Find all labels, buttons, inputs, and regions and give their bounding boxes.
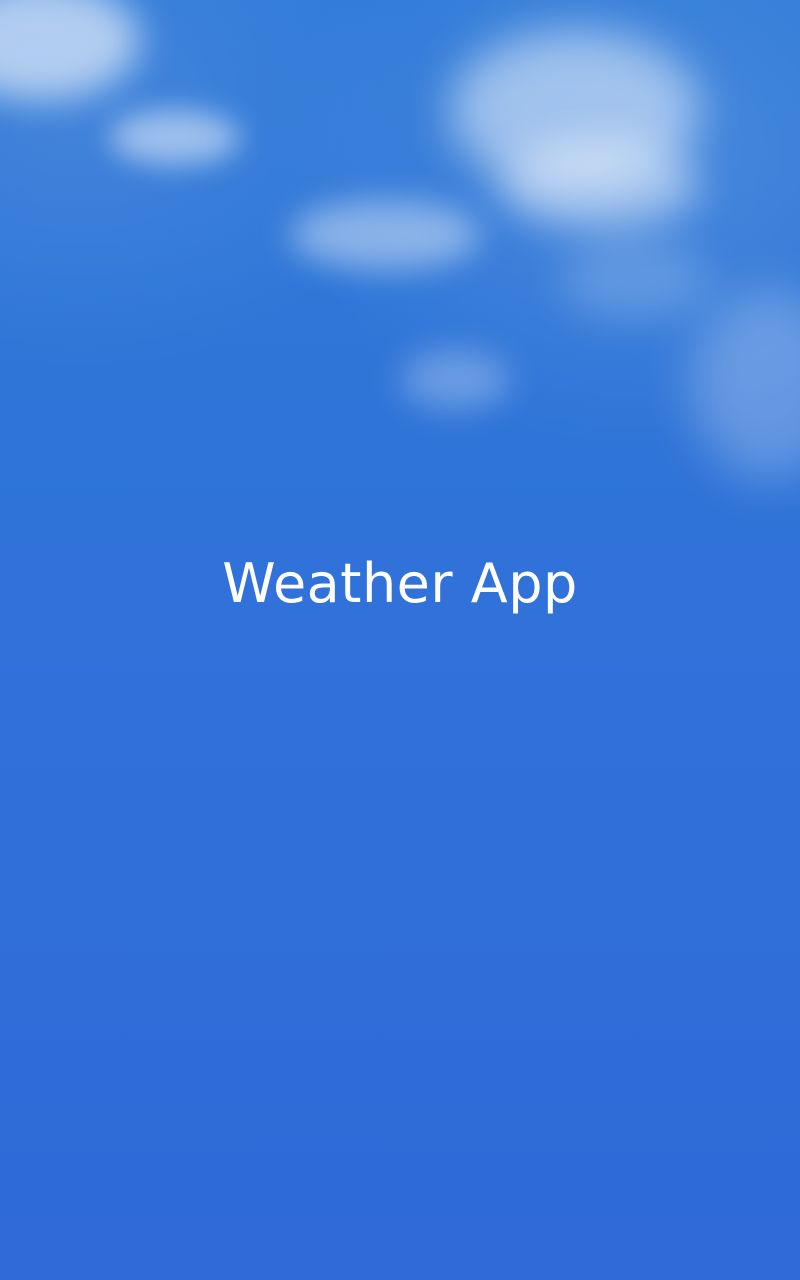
app-title: Weather App <box>222 552 578 615</box>
cloud <box>500 140 700 230</box>
cloud <box>290 200 480 270</box>
cloud <box>110 110 240 165</box>
cloud <box>560 240 710 320</box>
splash-screen: Weather App <box>0 0 800 1280</box>
cloud <box>400 350 510 410</box>
